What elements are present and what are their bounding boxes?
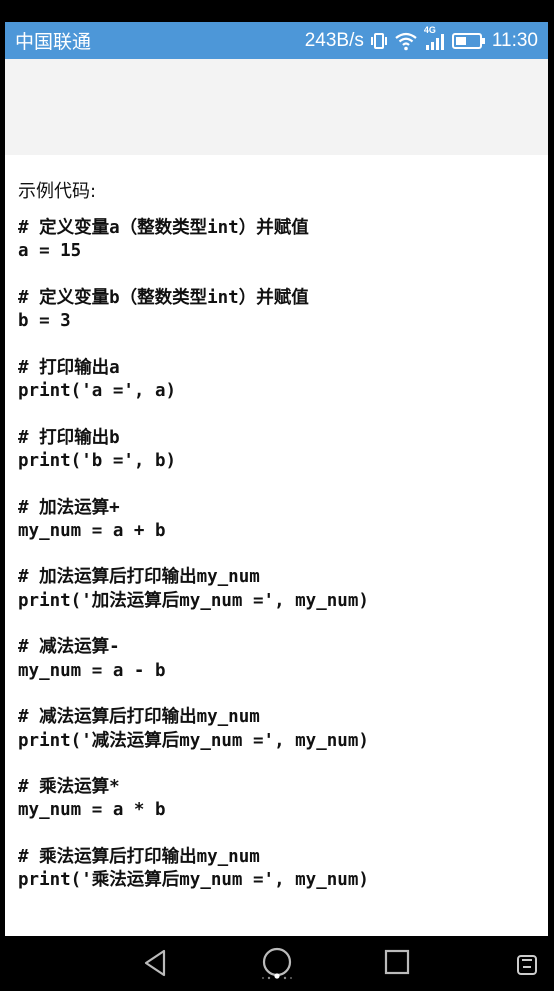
code-statement: a = 15: [18, 241, 82, 262]
code-statement: my_num = a * b: [18, 800, 166, 821]
code-statement: print('b =', b): [18, 450, 177, 471]
code-comment: # 定义变量b（整数类型int）并赋值: [18, 287, 309, 308]
recents-icon[interactable]: [382, 946, 412, 984]
code-snippet: # 打印输出a print('a =', a): [18, 357, 369, 404]
code-snippet: # 减法运算-my_num = a - b: [18, 636, 369, 683]
net-speed: 243B/s: [304, 29, 364, 51]
code-statement: my_num = a - b: [18, 660, 166, 681]
code-snippet: # 减法运算后打印输出my_num print('减法运算后my_num =', …: [18, 706, 369, 753]
battery-icon: [451, 32, 486, 50]
code-statement: print('加法运算后my_num =', my_num): [18, 590, 369, 611]
vibrate-icon: [370, 31, 388, 51]
top-black-strip: [0, 0, 554, 22]
code-snippet: # 定义变量a（整数类型int）并赋值 a = 15: [18, 217, 369, 264]
code-snippet: # 定义变量b（整数类型int）并赋值 b = 3: [18, 287, 369, 334]
code-snippet: # 乘法运算* my_num = a * b: [18, 776, 369, 823]
status-bar: 中国联通 243B/s 4G 11:30: [5, 22, 548, 59]
navigation-bar: [0, 936, 554, 991]
code-snippet: # 打印输出b print('b =', b): [18, 427, 369, 474]
carrier-name: 中国联通: [15, 32, 92, 53]
code-snippet: # 乘法运算后打印输出my_num print('乘法运算后my_num =', …: [18, 846, 369, 893]
back-icon[interactable]: [140, 946, 172, 984]
code-comment: # 减法运算后打印输出my_num: [18, 707, 260, 728]
network-type: 4G: [423, 24, 436, 35]
code-statement: my_num = a + b: [18, 520, 166, 541]
screenshot-icon[interactable]: [514, 946, 540, 984]
code-comment: # 乘法运算*: [18, 777, 120, 798]
code-statement: print('减法运算后my_num =', my_num): [18, 730, 369, 751]
clock: 11:30: [491, 29, 538, 51]
code-snippet: # 加法运算后打印输出my_num print('加法运算后my_num =', …: [18, 566, 369, 613]
banner-area: [5, 59, 548, 155]
wifi-icon: [394, 31, 418, 51]
code-statement: b = 3: [18, 311, 71, 332]
signal-icon: 4G: [424, 25, 446, 51]
code-comment: # 打印输出a: [18, 357, 120, 378]
code-statement: print('a =', a): [18, 381, 177, 402]
code-snippet: # 加法运算+ my_num = a + b: [18, 497, 369, 544]
code-block: # 定义变量a（整数类型int）并赋值 a = 15 # 定义变量b（整数类型int…: [18, 217, 369, 916]
code-comment: # 定义变量a（整数类型int）并赋值: [18, 218, 309, 238]
article-content[interactable]: 示例代码: # 定义变量a（整数类型int）并赋值 a = 15 # 定义变量b（整…: [5, 59, 548, 936]
code-comment: # 打印输出b: [18, 427, 120, 448]
code-comment: # 加法运算+: [18, 497, 120, 518]
status-indicators: 243B/s 4G 11:30: [304, 25, 538, 52]
intro-label: 示例代码:: [18, 181, 97, 202]
code-comment: # 减法运算-: [18, 637, 120, 658]
home-icon[interactable]: [260, 946, 294, 986]
code-comment: # 乘法运算后打印输出my_num: [18, 847, 260, 868]
code-statement: print('乘法运算后my_num =', my_num): [18, 870, 369, 891]
code-comment: # 加法运算后打印输出my_num: [18, 567, 260, 588]
